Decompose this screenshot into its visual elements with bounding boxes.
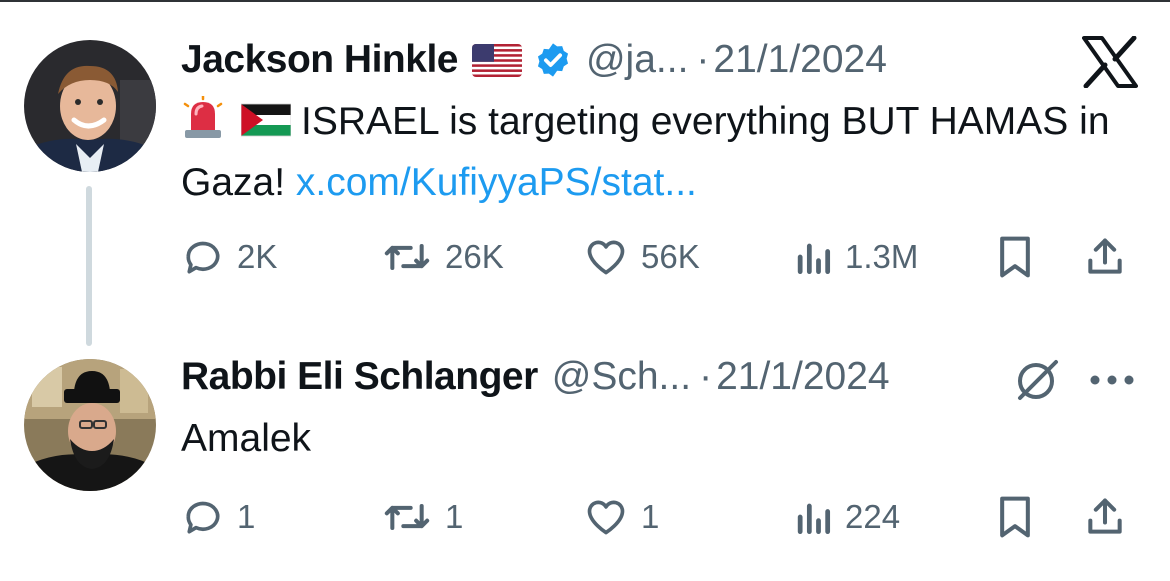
police-light-emoji-icon [181, 96, 231, 140]
retweet-count: 26K [445, 238, 504, 275]
palestine-flag-emoji-icon [241, 96, 291, 140]
tweet-header: Rabbi Eli Schlanger @Sch... · 21/1/2024 [181, 352, 890, 402]
views-chart-icon [793, 495, 833, 539]
bookmark-icon [995, 495, 1035, 539]
bookmark-button[interactable] [995, 492, 1035, 542]
share-icon [1083, 235, 1127, 279]
reply-count: 2K [237, 238, 278, 275]
like-count: 1 [641, 498, 660, 535]
share-button[interactable] [1083, 232, 1127, 282]
views-count: 1.3M [845, 238, 919, 275]
avatar[interactable] [24, 40, 156, 172]
tweet-text-main: Amalek [181, 417, 312, 460]
reply-icon [181, 495, 225, 539]
more-icon[interactable] [1088, 374, 1136, 386]
views-button[interactable]: 1.3M [793, 232, 918, 282]
tweet-header: Jackson Hinkle @ja... · 21/1/2024 [181, 35, 887, 85]
tweet-original[interactable]: Jackson Hinkle @ja... · 21/1/2024 ISRAEL… [0, 0, 1170, 346]
like-button[interactable]: 1 [583, 492, 659, 542]
like-button[interactable]: 56K [583, 232, 700, 282]
views-count: 224 [845, 498, 901, 535]
like-count: 56K [641, 238, 700, 275]
action-bar: 2K 26K 56K 1.3M [181, 232, 1141, 282]
reply-button[interactable]: 2K [181, 232, 277, 282]
separator-dot: · [699, 355, 713, 398]
thread-connector [86, 186, 92, 346]
verified-badge-icon[interactable] [534, 41, 572, 79]
tweet-reply[interactable]: Rabbi Eli Schlanger @Sch... · 21/1/2024 … [0, 330, 1170, 581]
author-handle[interactable]: @Sch... [552, 355, 691, 399]
retweet-icon [381, 495, 433, 539]
views-chart-icon [793, 235, 833, 279]
retweet-button[interactable]: 26K [381, 232, 504, 282]
author-name[interactable]: Jackson Hinkle [181, 38, 458, 82]
share-button[interactable] [1083, 492, 1127, 542]
views-button[interactable]: 224 [793, 492, 900, 542]
heart-icon [583, 235, 629, 279]
reply-count: 1 [237, 498, 256, 535]
x-logo-icon[interactable] [1082, 36, 1138, 88]
retweet-button[interactable]: 1 [381, 492, 463, 542]
tweet-link[interactable]: x.com/KufiyyaPS/stat... [296, 161, 697, 204]
reply-icon [181, 235, 225, 279]
tweet-text: ISRAEL is targeting everything BUT HAMAS… [181, 91, 1141, 213]
separator-dot: · [696, 38, 710, 81]
bookmark-icon [995, 235, 1035, 279]
author-name[interactable]: Rabbi Eli Schlanger [181, 355, 538, 399]
share-icon [1083, 495, 1127, 539]
heart-icon [583, 495, 629, 539]
us-flag-icon [471, 43, 522, 77]
tweet-text: Amalek [181, 408, 1141, 469]
action-bar: 1 1 1 224 [181, 492, 1141, 542]
retweet-count: 1 [445, 498, 464, 535]
author-handle[interactable]: @ja... [586, 38, 688, 82]
avatar[interactable] [24, 359, 156, 491]
tweet-date[interactable]: 21/1/2024 [716, 355, 890, 399]
tweet-date[interactable]: 21/1/2024 [713, 38, 887, 82]
retweet-icon [381, 235, 433, 279]
grok-icon[interactable] [1012, 354, 1062, 404]
bookmark-button[interactable] [995, 232, 1035, 282]
reply-button[interactable]: 1 [181, 492, 255, 542]
